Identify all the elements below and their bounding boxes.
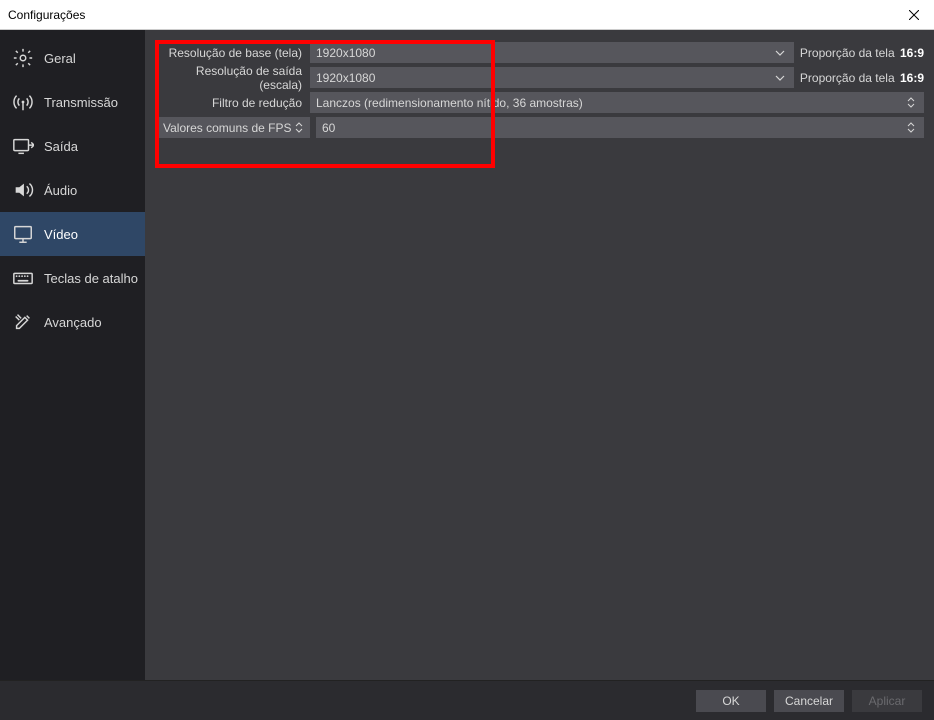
content-area: Resolução de base (tela) 1920x1080 Propo…: [145, 30, 934, 680]
sidebar-item-label: Vídeo: [44, 227, 78, 242]
output-resolution-combo[interactable]: 1920x1080: [310, 67, 794, 88]
monitor-icon: [10, 221, 36, 247]
output-aspect-label: Proporção da tela 16:9: [800, 71, 924, 85]
chevron-down-icon: [772, 75, 788, 81]
sidebar-item-label: Áudio: [44, 183, 77, 198]
keyboard-icon: [10, 265, 36, 291]
sidebar: Geral Transmissão Saída Áudio Vídeo: [0, 30, 145, 680]
output-resolution-label: Resolução de saída (escala): [155, 64, 310, 92]
downscale-filter-value: Lanczos (redimensionamento nítido, 36 am…: [316, 96, 904, 110]
updown-icon: [292, 122, 306, 133]
output-icon: [10, 133, 36, 159]
sidebar-item-output[interactable]: Saída: [0, 124, 145, 168]
gear-icon: [10, 45, 36, 71]
sidebar-item-hotkeys[interactable]: Teclas de atalho: [0, 256, 145, 300]
sidebar-item-label: Teclas de atalho: [44, 271, 138, 286]
speaker-icon: [10, 177, 36, 203]
ok-button[interactable]: OK: [696, 690, 766, 712]
title-bar: Configurações: [0, 0, 934, 30]
cancel-button[interactable]: Cancelar: [774, 690, 844, 712]
sidebar-item-advanced[interactable]: Avançado: [0, 300, 145, 344]
apply-button: Aplicar: [852, 690, 922, 712]
close-button[interactable]: [894, 0, 934, 30]
sidebar-item-stream[interactable]: Transmissão: [0, 80, 145, 124]
sidebar-item-label: Geral: [44, 51, 76, 66]
downscale-filter-label: Filtro de redução: [155, 96, 310, 110]
sidebar-item-general[interactable]: Geral: [0, 36, 145, 80]
tools-icon: [10, 309, 36, 335]
fps-value-combo[interactable]: 60: [316, 117, 924, 138]
downscale-filter-combo[interactable]: Lanczos (redimensionamento nítido, 36 am…: [310, 92, 924, 113]
fps-type-combo[interactable]: Valores comuns de FPS: [155, 117, 310, 138]
sidebar-item-label: Transmissão: [44, 95, 118, 110]
chevron-down-icon: [772, 50, 788, 56]
updown-icon: [904, 122, 918, 133]
base-resolution-value: 1920x1080: [316, 46, 772, 60]
sidebar-item-video[interactable]: Vídeo: [0, 212, 145, 256]
sidebar-item-label: Avançado: [44, 315, 102, 330]
close-icon: [909, 10, 919, 20]
fps-value: 60: [322, 121, 904, 135]
base-resolution-combo[interactable]: 1920x1080: [310, 42, 794, 63]
base-aspect-label: Proporção da tela 16:9: [800, 46, 924, 60]
updown-icon: [904, 97, 918, 108]
output-resolution-value: 1920x1080: [316, 71, 772, 85]
sidebar-item-label: Saída: [44, 139, 78, 154]
window-title: Configurações: [8, 8, 894, 22]
antenna-icon: [10, 89, 36, 115]
sidebar-item-audio[interactable]: Áudio: [0, 168, 145, 212]
base-resolution-label: Resolução de base (tela): [155, 46, 310, 60]
fps-type-value: Valores comuns de FPS: [163, 121, 292, 135]
dialog-footer: OK Cancelar Aplicar: [0, 680, 934, 720]
